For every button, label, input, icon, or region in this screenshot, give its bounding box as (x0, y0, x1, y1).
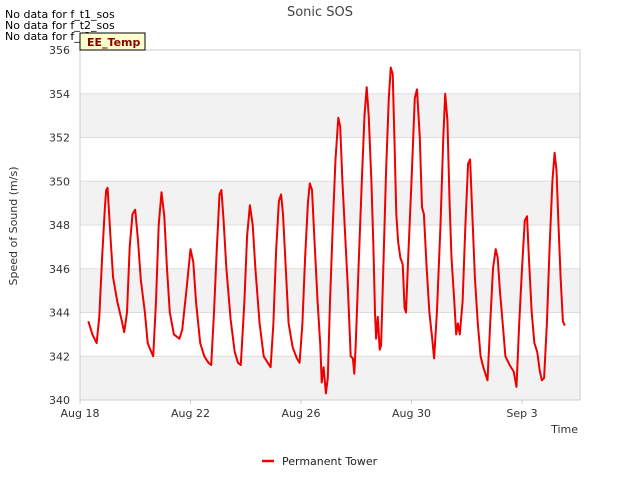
tooltip: EE_Temp (79, 32, 146, 51)
x-tick-label: Aug 18 (61, 407, 100, 420)
y-tick-label: 352 (49, 132, 70, 145)
x-tick-label: Aug 30 (392, 407, 431, 420)
y-tick-label: 340 (49, 394, 70, 407)
x-tick-label: Aug 22 (171, 407, 210, 420)
chart: 340 342 344 346 348 350 352 354 356 Aug 18 Aug 22… (5, 5, 581, 468)
y-tick-label: 344 (49, 307, 70, 320)
y-tick-label: 348 (49, 219, 70, 232)
x-tick-label: Sep 3 (506, 407, 537, 420)
legend[interactable]: Permanent Tower (262, 455, 378, 468)
x-axis-ticks: Aug 18 Aug 22 Aug 26 Aug 30 Sep 3 (61, 400, 538, 420)
y-tick-label: 354 (49, 88, 70, 101)
y-tick-label: 346 (49, 263, 70, 276)
grid-band (80, 356, 580, 400)
y-tick-label: 350 (49, 175, 70, 188)
y-axis-ticks: 340 342 344 346 348 350 352 354 356 (49, 44, 70, 407)
grid-band (80, 93, 580, 138)
tooltip-label: EE_Temp (87, 36, 140, 49)
grid-band (80, 181, 580, 225)
y-tick-label: 356 (49, 44, 70, 57)
chart-title: Sonic SOS (287, 5, 353, 20)
x-tick-label: Aug 26 (282, 407, 321, 420)
x-axis-label: Time (550, 423, 578, 436)
legend-label: Permanent Tower (282, 455, 378, 468)
y-axis-label: Speed of Sound (m/s) (7, 167, 20, 286)
y-tick-label: 342 (49, 350, 70, 363)
